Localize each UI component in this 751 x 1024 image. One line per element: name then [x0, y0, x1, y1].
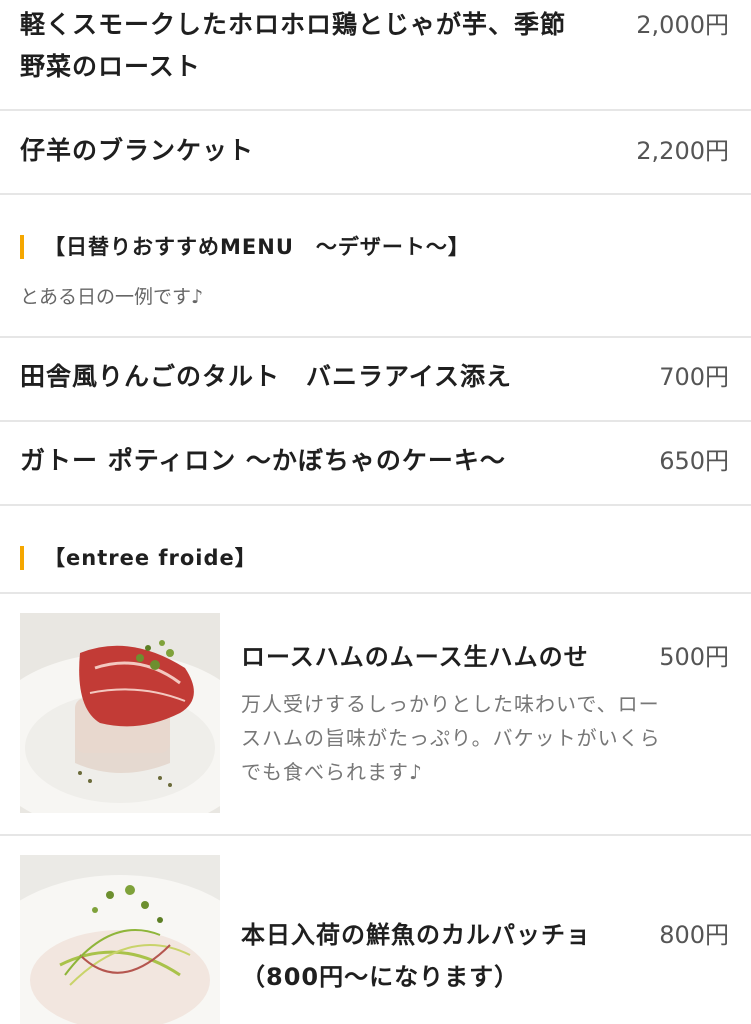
- menu-item-price: 2,200円: [636, 137, 729, 165]
- menu-item-price: 650円: [659, 447, 729, 475]
- menu-item-name-line: 野菜のロースト: [20, 52, 201, 81]
- section-header: 【entree froide】: [0, 506, 751, 594]
- description-line: スハムの旨味がたっぷり。バケットがいくら: [241, 726, 661, 750]
- menu-item-name: ガトー ポティロン 〜かぼちゃのケーキ〜: [20, 446, 506, 475]
- menu-row: 軽くスモークしたホロホロ鶏とじゃが芋、季節 野菜のロースト 2,000円: [0, 0, 751, 111]
- menu-card: ロースハムのムース生ハムのせ 500円 万人受けするしっかりとした味わいで、ロー…: [0, 594, 751, 836]
- section-title: 【日替りおすすめMENU 〜デザート〜】: [20, 232, 470, 262]
- carpaccio-photo: [20, 855, 220, 1024]
- section-title: 【entree froide】: [20, 543, 257, 573]
- menu-page: 軽くスモークしたホロホロ鶏とじゃが芋、季節 野菜のロースト 2,000円 仔羊の…: [0, 0, 751, 1024]
- section-note: とある日の一例です♪: [20, 286, 204, 308]
- menu-row: 田舎風りんごのタルト バニラアイス添え 700円: [0, 338, 751, 422]
- menu-item-name: 仔羊のブランケット: [20, 136, 255, 165]
- menu-item-name: 田舎風りんごのタルト バニラアイス添え: [20, 362, 513, 391]
- menu-item-name-line: （800円〜になります）: [241, 963, 520, 991]
- menu-item-price: 500円: [659, 643, 729, 671]
- ham-mousse-photo: [20, 613, 220, 813]
- menu-item-price: 800円: [659, 921, 729, 949]
- menu-item-name-line: 軽くスモークしたホロホロ鶏とじゃが芋、季節: [20, 10, 567, 39]
- menu-item-price: 700円: [659, 363, 729, 391]
- menu-item-description: 万人受けするしっかりとした味わいで、ロー スハムの旨味がたっぷり。バケットがいく…: [241, 687, 731, 789]
- description-line: でも食べられます♪: [241, 760, 423, 784]
- menu-item-price: 2,000円: [636, 11, 729, 39]
- menu-item-name: ロースハムのムース生ハムのせ: [241, 643, 589, 671]
- menu-item-name-line: 本日入荷の鮮魚のカルパッチョ: [241, 921, 591, 949]
- menu-item-name: 軽くスモークしたホロホロ鶏とじゃが芋、季節 野菜のロースト: [20, 4, 566, 88]
- description-line: 万人受けするしっかりとした味わいで、ロー: [241, 692, 660, 716]
- section-header: 【日替りおすすめMENU 〜デザート〜】 とある日の一例です♪: [0, 195, 751, 338]
- menu-row: 仔羊のブランケット 2,200円: [0, 111, 751, 195]
- menu-item-name: 本日入荷の鮮魚のカルパッチョ （800円〜になります）: [241, 914, 591, 998]
- menu-row: ガトー ポティロン 〜かぼちゃのケーキ〜 650円: [0, 422, 751, 506]
- menu-card: 本日入荷の鮮魚のカルパッチョ （800円〜になります） 800円: [0, 836, 751, 1024]
